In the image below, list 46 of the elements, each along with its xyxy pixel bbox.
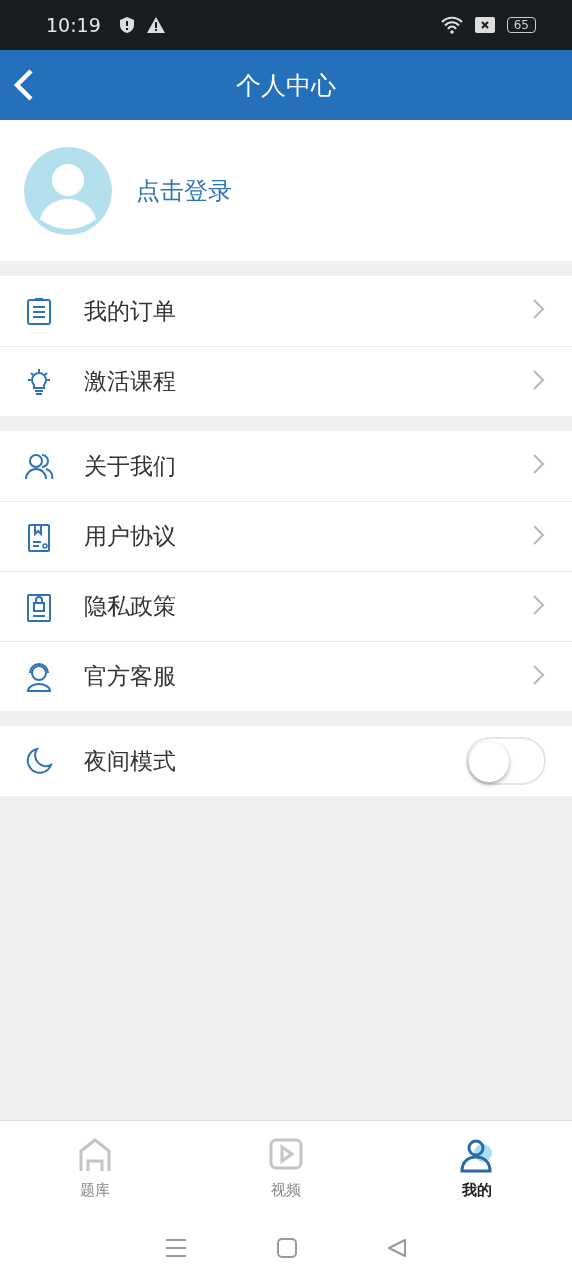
menu-row[interactable]: 我的订单 [0,276,572,346]
menu-row[interactable]: 隐私政策 [0,571,572,641]
chevron-right-icon [532,663,546,686]
list-icon [24,296,54,326]
person-icon [458,1137,495,1173]
play-icon [268,1137,304,1173]
menu-label: 关于我们 [84,451,177,481]
menu-label: 官方客服 [84,662,177,691]
chevron-right-icon [532,593,546,616]
moon-icon [24,746,54,776]
menu-row[interactable]: 关于我们 [0,431,572,501]
login-link[interactable]: 点击登录 [136,174,232,207]
warning-icon [146,17,165,33]
menu-label: 我的订单 [84,296,177,326]
house-icon [77,1137,114,1173]
back-icon [12,68,34,102]
menu-row[interactable]: 夜间模式 [0,726,572,796]
tab-button[interactable]: 视频 [190,1121,382,1216]
wifi-icon [440,16,463,34]
people-icon [24,451,54,481]
back-triangle-icon [387,1238,407,1258]
shield-icon [118,16,135,34]
tab-button[interactable]: 题库 [0,1121,191,1216]
menu-label: 用户协议 [84,522,177,551]
home-square-icon [277,1238,297,1258]
avatar-icon [24,146,112,235]
battery-icon: 65 [506,17,536,33]
back-button[interactable] [12,68,34,102]
chevron-right-icon [532,523,546,546]
tab-button[interactable]: 我的 [381,1121,572,1216]
lock-icon [24,591,54,622]
page-title: 个人中心 [236,69,336,102]
chevron-right-icon [532,368,546,391]
menu-label: 隐私政策 [84,592,177,621]
menu-label: 夜间模式 [84,746,177,776]
headset-icon [24,661,54,692]
menu-icon [165,1238,187,1258]
menu-label: 激活课程 [84,367,177,396]
menu-row[interactable]: 用户协议 [0,501,572,571]
menu-row[interactable]: 官方客服 [0,641,572,711]
toggle-switch[interactable] [466,737,546,785]
status-time: 10:19 [46,14,101,36]
menu-row[interactable]: 激活课程 [0,346,572,416]
chevron-right-icon [532,298,546,320]
sim-error-icon [474,17,495,33]
chevron-right-icon [532,453,546,475]
